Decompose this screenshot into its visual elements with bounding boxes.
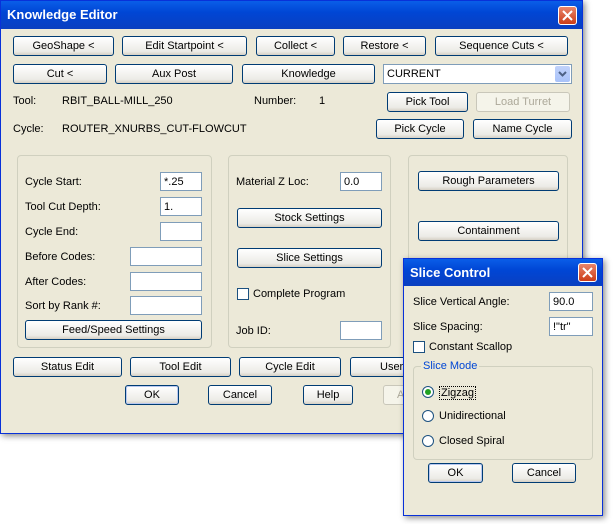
slice-vertical-angle-field[interactable] <box>549 292 593 311</box>
cycle-end-field[interactable] <box>160 222 202 241</box>
ok-button[interactable]: OK <box>125 385 179 405</box>
constant-scallop-label: Constant Scallop <box>429 341 513 353</box>
slice-close-button[interactable] <box>578 263 597 282</box>
job-id-label: Job ID: <box>236 325 271 337</box>
slice-ok-button[interactable]: OK <box>428 463 483 483</box>
tool-value: RBIT_BALL-MILL_250 <box>62 95 173 107</box>
after-codes-field[interactable] <box>130 272 202 291</box>
zigzag-label: Zigzag <box>439 386 477 400</box>
status-edit-button[interactable]: Status Edit <box>13 357 122 377</box>
rough-parameters-button[interactable]: Rough Parameters <box>418 171 559 191</box>
knowledge-button[interactable]: Knowledge <box>242 64 375 84</box>
tool-edit-button[interactable]: Tool Edit <box>130 357 231 377</box>
collect-button[interactable]: Collect < <box>256 36 335 56</box>
close-icon <box>582 267 593 278</box>
containment-button[interactable]: Containment <box>418 221 559 241</box>
complete-program-label: Complete Program <box>253 288 346 300</box>
radio-unidirectional[interactable] <box>422 410 434 422</box>
close-icon <box>562 10 573 21</box>
knowledge-combo[interactable]: CURRENT <box>383 64 572 84</box>
radio-closed-spiral[interactable] <box>422 435 434 447</box>
slice-spacing-label: Slice Spacing: <box>413 321 483 333</box>
sort-rank-label: Sort by Rank #: <box>25 300 101 312</box>
cycle-value: ROUTER_XNURBS_CUT-FLOWCUT <box>62 123 247 135</box>
load-turret-button[interactable]: Load Turret <box>476 92 570 112</box>
before-codes-label: Before Codes: <box>25 251 96 263</box>
cycle-edit-button[interactable]: Cycle Edit <box>239 357 341 377</box>
slice-vertical-angle-label: Slice Vertical Angle: <box>413 296 510 308</box>
after-codes-label: After Codes: <box>25 276 87 288</box>
pick-tool-button[interactable]: Pick Tool <box>387 92 468 112</box>
material-z-label: Material Z Loc: <box>236 176 309 188</box>
cycle-end-label: Cycle End: <box>25 226 79 238</box>
before-codes-field[interactable] <box>130 247 202 266</box>
edit-startpoint-button[interactable]: Edit Startpoint < <box>122 36 247 56</box>
cycle-start-field[interactable] <box>160 172 202 191</box>
restore-button[interactable]: Restore < <box>343 36 426 56</box>
slice-mode-legend: Slice Mode <box>421 360 480 372</box>
job-id-field[interactable] <box>340 321 382 340</box>
main-window-title: Knowledge Editor <box>7 7 118 22</box>
tool-label: Tool: <box>13 95 37 107</box>
pick-cycle-button[interactable]: Pick Cycle <box>376 119 464 139</box>
sort-rank-field[interactable] <box>130 296 202 315</box>
cancel-button[interactable]: Cancel <box>208 385 272 405</box>
aux-post-button[interactable]: Aux Post <box>115 64 233 84</box>
number-value: 1 <box>319 95 326 107</box>
cycle-start-label: Cycle Start: <box>25 176 82 188</box>
slice-window-title: Slice Control <box>410 265 491 280</box>
help-button[interactable]: Help <box>303 385 353 405</box>
main-titlebar[interactable]: Knowledge Editor <box>1 1 582 29</box>
slice-control-window: Slice Control Slice Vertical Angle: Slic… <box>403 258 603 516</box>
sequence-cuts-button[interactable]: Sequence Cuts < <box>435 36 568 56</box>
slice-settings-button[interactable]: Slice Settings <box>237 248 382 268</box>
slice-cancel-button[interactable]: Cancel <box>512 463 576 483</box>
feed-speed-settings-button[interactable]: Feed/Speed Settings <box>25 320 202 340</box>
slice-spacing-field[interactable] <box>549 317 593 336</box>
cut-button[interactable]: Cut < <box>13 64 107 84</box>
name-cycle-button[interactable]: Name Cycle <box>473 119 572 139</box>
constant-scallop-checkbox[interactable] <box>413 341 425 353</box>
closed-spiral-label: Closed Spiral <box>439 435 505 447</box>
geoshape-button[interactable]: GeoShape < <box>13 36 114 56</box>
combo-value: CURRENT <box>387 68 441 80</box>
tool-cut-depth-field[interactable] <box>160 197 202 216</box>
complete-program-checkbox[interactable] <box>237 288 249 300</box>
slice-titlebar[interactable]: Slice Control <box>404 259 602 286</box>
number-label: Number: <box>254 95 297 107</box>
main-close-button[interactable] <box>558 6 577 25</box>
chevron-down-icon[interactable] <box>555 66 570 82</box>
stock-settings-button[interactable]: Stock Settings <box>237 208 382 228</box>
cycle-label: Cycle: <box>13 123 44 135</box>
tool-cut-depth-label: Tool Cut Depth: <box>25 201 101 213</box>
material-z-field[interactable] <box>340 172 382 191</box>
unidirectional-label: Unidirectional <box>439 410 506 422</box>
radio-zigzag[interactable] <box>422 386 434 398</box>
